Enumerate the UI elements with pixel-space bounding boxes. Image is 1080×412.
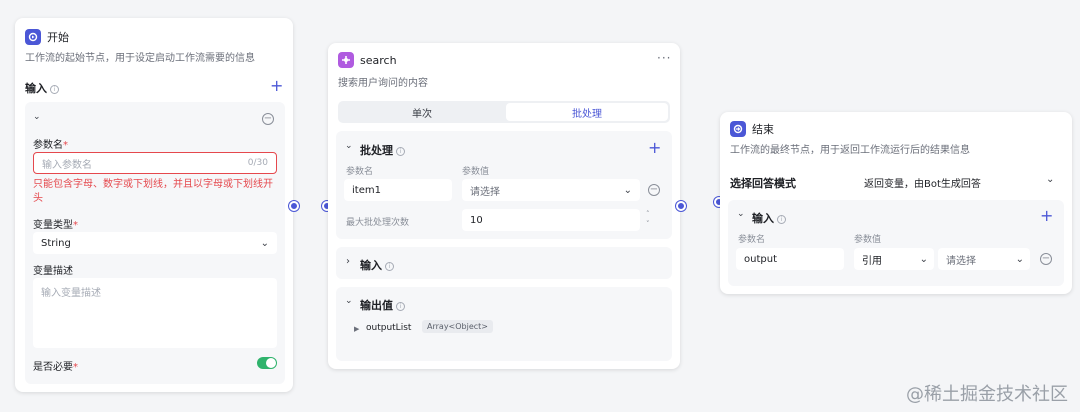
end-input-section: ⌄ 输入 i + 参数名 参数值 output 引用 ⌄ 请选择 ⌄ −	[728, 200, 1064, 286]
max-batch-label: 最大批处理次数	[346, 218, 410, 228]
var-type-value: String	[41, 237, 71, 249]
info-icon: i	[385, 262, 394, 271]
end-node-header: 结束	[730, 120, 774, 138]
chevron-down-icon[interactable]: ⌄	[345, 296, 353, 306]
add-batch-button[interactable]: +	[648, 140, 661, 156]
toggle-knob	[266, 358, 276, 368]
param-name-heading: 参数名*	[33, 140, 68, 151]
answer-mode-value: 返回变量，由Bot生成回答	[864, 179, 981, 190]
chevron-down-icon: ⌄	[623, 184, 632, 196]
search-input-label: 输入	[360, 259, 382, 272]
end-node-title: 结束	[752, 123, 774, 136]
param-name-label: 参数名	[33, 140, 63, 151]
tab-single[interactable]: 单次	[340, 103, 504, 121]
ref-value-placeholder: 请选择	[946, 255, 976, 267]
batch-item-name-value: item1	[352, 184, 381, 196]
param-error-text: 只能包含字母、数字或下划线，并且以字母或下划线开头	[33, 179, 273, 204]
chevron-down-icon[interactable]: ⌄	[1046, 174, 1054, 185]
start-output-port[interactable]	[289, 201, 299, 211]
output-section: ⌄ 输出值 i ▶ outputList Array<Object>	[336, 287, 672, 361]
tab-batch[interactable]: 批处理	[506, 103, 668, 121]
start-icon	[25, 29, 41, 45]
info-icon: i	[50, 85, 59, 94]
var-desc-textarea[interactable]: 输入变量描述	[33, 278, 277, 348]
param-name-input[interactable]: 输入参数名 0/30	[33, 152, 277, 174]
more-icon[interactable]: ···	[657, 51, 671, 65]
col-param-value: 参数值	[462, 167, 490, 177]
remove-param-button[interactable]: −	[262, 113, 274, 125]
search-input-heading: 输入 i	[360, 257, 394, 273]
end-node[interactable]: 结束 工作流的最终节点，用于返回工作流运行后的结果信息 选择回答模式 返回变量，…	[720, 112, 1072, 294]
ref-type-select[interactable]: 引用 ⌄	[854, 248, 934, 270]
output-label: 输出值	[360, 299, 393, 312]
start-input-label: 输入	[25, 82, 47, 95]
chevron-down-icon: ⌄	[260, 237, 269, 249]
search-node-header: search	[338, 51, 397, 69]
stepper-arrows-icon[interactable]: ˄ ˅	[646, 209, 650, 229]
end-input-label: 输入	[752, 212, 774, 225]
answer-mode-label: 选择回答模式	[730, 177, 796, 190]
info-icon: i	[396, 147, 405, 156]
ref-value-select[interactable]: 请选择 ⌄	[938, 248, 1030, 270]
end-input-heading: 输入 i	[752, 210, 786, 226]
var-type-label: 变量类型	[33, 220, 73, 231]
var-desc-placeholder: 输入变量描述	[41, 288, 101, 299]
search-node-title: search	[360, 53, 397, 67]
max-batch-input[interactable]: 10	[462, 209, 640, 231]
col-param-name: 参数名	[346, 167, 374, 177]
chevron-down-icon[interactable]: ⌄	[737, 209, 745, 219]
output-name: outputList	[366, 323, 412, 333]
batch-item-name[interactable]: item1	[344, 179, 452, 201]
watermark: @稀土掘金技术社区	[906, 384, 1068, 405]
start-node-description: 工作流的起始节点，用于设定启动工作流需要的信息	[25, 53, 255, 64]
batch-heading: 批处理 i	[360, 142, 405, 158]
end-icon	[730, 121, 746, 137]
mode-tabs: 单次 批处理	[338, 101, 670, 123]
batch-section: ⌄ 批处理 i + 参数名 参数值 item1 请选择 ⌄ − 最大批处理次数 1…	[336, 131, 672, 239]
search-output-port[interactable]	[676, 201, 686, 211]
info-icon: i	[396, 302, 405, 311]
start-node-title: 开始	[47, 31, 69, 44]
caret-right-icon[interactable]: ▶	[354, 325, 359, 333]
ref-type-value: 引用	[862, 255, 882, 267]
start-input-heading: 输入 i	[25, 80, 59, 96]
search-node[interactable]: search ··· 搜索用户询问的内容 单次 批处理 ⌄ 批处理 i + 参数名…	[328, 43, 680, 369]
chevron-down-icon[interactable]: ⌄	[33, 112, 41, 122]
info-icon: i	[777, 215, 786, 224]
required-toggle[interactable]	[257, 357, 277, 369]
search-node-description: 搜索用户询问的内容	[338, 78, 428, 89]
batch-item-select[interactable]: 请选择 ⌄	[462, 179, 640, 201]
remove-end-input-button[interactable]: −	[1040, 253, 1052, 265]
batch-item-select-placeholder: 请选择	[470, 186, 500, 198]
chevron-right-icon[interactable]: ›	[346, 256, 350, 267]
end-output-name[interactable]: output	[736, 248, 844, 270]
end-node-description: 工作流的最终节点，用于返回工作流运行后的结果信息	[730, 145, 970, 156]
search-input-section: › 输入 i	[336, 247, 672, 279]
var-type-select[interactable]: String ⌄	[33, 232, 277, 254]
start-node-header: 开始	[25, 28, 69, 46]
end-output-name-value: output	[744, 253, 777, 265]
chevron-down-icon: ⌄	[919, 253, 928, 265]
end-col-param-name: 参数名	[738, 235, 766, 245]
var-desc-label: 变量描述	[33, 266, 73, 277]
end-col-param-value: 参数值	[854, 235, 882, 245]
param-name-placeholder: 输入参数名	[42, 159, 92, 171]
max-batch-value: 10	[470, 214, 483, 226]
chevron-down-icon[interactable]: ⌄	[345, 141, 353, 151]
start-node[interactable]: 开始 工作流的起始节点，用于设定启动工作流需要的信息 输入 i + ⌄ − 参数名…	[15, 18, 293, 392]
output-heading: 输出值 i	[360, 297, 405, 313]
var-type-heading: 变量类型*	[33, 220, 78, 231]
required-heading: 是否必要*	[33, 362, 78, 373]
chevron-down-icon: ⌄	[1015, 253, 1024, 265]
batch-label: 批处理	[360, 144, 393, 157]
required-label: 是否必要	[33, 362, 73, 373]
plugin-icon	[338, 52, 354, 68]
start-param-section: ⌄ − 参数名* 输入参数名 0/30 只能包含字母、数字或下划线，并且以字母或…	[25, 102, 285, 384]
remove-batch-item-button[interactable]: −	[648, 184, 660, 196]
answer-mode-select[interactable]: 返回变量，由Bot生成回答	[864, 175, 981, 190]
param-name-counter: 0/30	[247, 158, 268, 168]
add-end-input-button[interactable]: +	[1040, 208, 1053, 224]
output-type-badge: Array<Object>	[422, 320, 494, 333]
add-input-button[interactable]: +	[270, 78, 283, 94]
